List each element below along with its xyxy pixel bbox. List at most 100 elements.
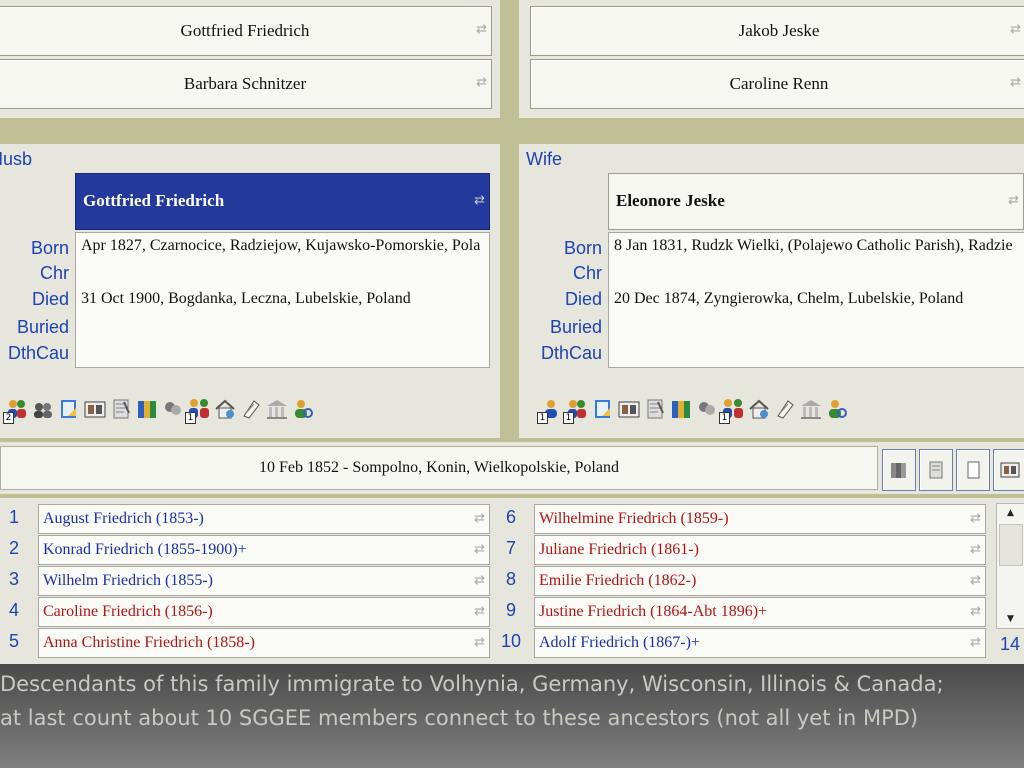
child-number: 10 [500, 631, 522, 651]
swap-icon[interactable]: ⇄ [474, 511, 485, 526]
child-row[interactable]: Wilhelm Friedrich (1855-) ⇄ [38, 566, 490, 596]
scroll-thumb[interactable] [999, 524, 1023, 566]
pictures-icon[interactable] [618, 398, 640, 420]
swap-icon[interactable]: ⇄ [970, 604, 981, 619]
child-name[interactable]: August Friedrich (1853-) [39, 510, 204, 528]
child-name[interactable]: Caroline Friedrich (1856-) [39, 603, 213, 621]
wife-born-value[interactable]: 8 Jan 1831, Rudzk Wielki, (Polajewo Cath… [614, 237, 1013, 255]
parents-icon[interactable]: 1 [185, 398, 209, 424]
swap-icon[interactable]: ⇄ [1010, 75, 1021, 90]
marriage-sources-button[interactable] [882, 449, 916, 491]
husband-father-box[interactable]: Gottfried Friedrich ⇄ [0, 6, 492, 56]
child-name[interactable]: Wilhelmine Friedrich (1859-) [535, 510, 729, 528]
dthcau-label: DthCau [7, 343, 69, 363]
research-scroll-icon[interactable] [774, 398, 794, 420]
swap-icon[interactable]: ⇄ [970, 542, 981, 557]
sources-books-icon[interactable] [136, 398, 156, 420]
children-scrollbar[interactable]: ▲ ▼ [996, 503, 1024, 629]
wife-section-label: Wife [526, 149, 562, 169]
child-name[interactable]: Juliane Friedrich (1861-) [535, 541, 699, 559]
child-name[interactable]: Anna Christine Friedrich (1858-) [39, 634, 255, 652]
document-icon [929, 461, 943, 479]
swap-icon[interactable]: ⇄ [474, 604, 485, 619]
child-row[interactable]: August Friedrich (1853-) ⇄ [38, 504, 490, 534]
child-row[interactable]: Wilhelmine Friedrich (1859-) ⇄ [534, 504, 986, 534]
child-row[interactable]: Konrad Friedrich (1855-1900)+ ⇄ [38, 535, 490, 565]
child-name[interactable]: Wilhelm Friedrich (1855-) [39, 572, 213, 590]
wife-mother-box[interactable]: Caroline Renn ⇄ [530, 59, 1024, 109]
wife-died-value[interactable]: 20 Dec 1874, Zyngierowka, Chelm, Lubelsk… [614, 290, 963, 308]
husband-mother-name: Barbara Schnitzer [183, 74, 307, 93]
siblings-icon[interactable] [32, 398, 52, 420]
swap-icon[interactable]: ⇄ [474, 635, 485, 650]
parents-icon[interactable]: 1 [719, 398, 743, 424]
swap-icon[interactable]: ⇄ [476, 22, 487, 37]
wife-name: Eleonore Jeske [616, 191, 725, 210]
child-name[interactable]: Justine Friedrich (1864-Abt 1896)+ [535, 603, 767, 621]
child-row[interactable]: Juliane Friedrich (1861-) ⇄ [534, 535, 986, 565]
wife-facts-box[interactable]: 8 Jan 1831, Rudzk Wielki, (Polajewo Cath… [608, 232, 1024, 368]
child-number: 5 [8, 631, 19, 651]
document-icon[interactable] [644, 398, 664, 420]
spouses-icon[interactable]: 1 [563, 398, 586, 424]
child-row[interactable]: Adolf Friedrich (1867-)+ ⇄ [534, 628, 986, 658]
person-icon[interactable]: 1 [537, 398, 560, 424]
husband-name-box[interactable]: Gottfried Friedrich ⇄ [75, 173, 490, 230]
husband-died-value[interactable]: 31 Oct 1900, Bogdanka, Leczna, Lubelskie… [81, 290, 411, 308]
caption-line-1: Descendants of this family immigrate to … [0, 672, 944, 696]
child-name[interactable]: Emilie Friedrich (1862-) [535, 572, 696, 590]
person-search-icon[interactable] [292, 398, 313, 420]
scroll-up-arrow-icon[interactable]: ▲ [997, 504, 1024, 522]
child-row[interactable]: Caroline Friedrich (1856-) ⇄ [38, 597, 490, 627]
associates-icon[interactable] [162, 398, 182, 420]
address-house-icon[interactable] [214, 398, 235, 420]
repository-building-icon[interactable] [266, 398, 287, 420]
marriage-page-button[interactable] [956, 449, 990, 491]
document-icon[interactable] [110, 398, 130, 420]
wife-fact-labels: Born Chr Died Buried DthCau [519, 236, 602, 366]
caption-line-2: at last count about 10 SGGEE members con… [0, 706, 919, 730]
associates-icon[interactable] [696, 398, 716, 420]
scroll-down-arrow-icon[interactable]: ▼ [997, 610, 1024, 628]
marriage-field[interactable]: 10 Feb 1852 - Sompolno, Konin, Wielkopol… [0, 446, 878, 490]
research-scroll-icon[interactable] [240, 398, 260, 420]
swap-icon[interactable]: ⇄ [476, 75, 487, 90]
sources-books-icon[interactable] [670, 398, 690, 420]
marriage-pictures-button[interactable] [993, 449, 1024, 491]
child-row[interactable]: Justine Friedrich (1864-Abt 1896)+ ⇄ [534, 597, 986, 627]
repository-building-icon[interactable] [800, 398, 821, 420]
person-search-icon[interactable] [826, 398, 847, 420]
child-row[interactable]: Anna Christine Friedrich (1858-) ⇄ [38, 628, 490, 658]
swap-icon[interactable]: ⇄ [474, 573, 485, 588]
child-row[interactable]: Emilie Friedrich (1862-) ⇄ [534, 566, 986, 596]
chr-label: Chr [572, 263, 602, 283]
wife-icon-toolbar: 1 1 1 [537, 398, 847, 424]
swap-icon[interactable]: ⇄ [970, 635, 981, 650]
swap-icon[interactable]: ⇄ [1010, 22, 1021, 37]
buried-label: Buried [16, 317, 69, 337]
child-name[interactable]: Konrad Friedrich (1855-1900)+ [39, 541, 247, 559]
swap-icon[interactable]: ⇄ [1008, 193, 1019, 208]
child-number: 2 [8, 538, 19, 558]
swap-icon[interactable]: ⇄ [970, 573, 981, 588]
husband-mother-box[interactable]: Barbara Schnitzer ⇄ [0, 59, 492, 109]
child-number: 7 [505, 538, 516, 558]
pictures-icon [1000, 462, 1020, 478]
parents-count-badge: 1 [185, 412, 196, 424]
child-name[interactable]: Adolf Friedrich (1867-)+ [535, 634, 700, 652]
born-label: Born [563, 238, 602, 258]
swap-icon[interactable]: ⇄ [970, 511, 981, 526]
notes-icon[interactable] [58, 398, 78, 420]
husband-born-value[interactable]: Apr 1827, Czarnocice, Radziejow, Kujawsk… [81, 237, 480, 255]
swap-icon[interactable]: ⇄ [474, 193, 485, 208]
notes-icon[interactable] [592, 398, 612, 420]
pictures-icon[interactable] [84, 398, 106, 420]
page-icon [967, 461, 980, 479]
husband-facts-box[interactable]: Apr 1827, Czarnocice, Radziejow, Kujawsk… [75, 232, 490, 368]
wife-father-box[interactable]: Jakob Jeske ⇄ [530, 6, 1024, 56]
address-house-icon[interactable] [748, 398, 769, 420]
spouses-icon[interactable]: 2 [3, 398, 26, 424]
swap-icon[interactable]: ⇄ [474, 542, 485, 557]
marriage-note-button[interactable] [919, 449, 953, 491]
wife-name-box[interactable]: Eleonore Jeske ⇄ [608, 173, 1024, 230]
